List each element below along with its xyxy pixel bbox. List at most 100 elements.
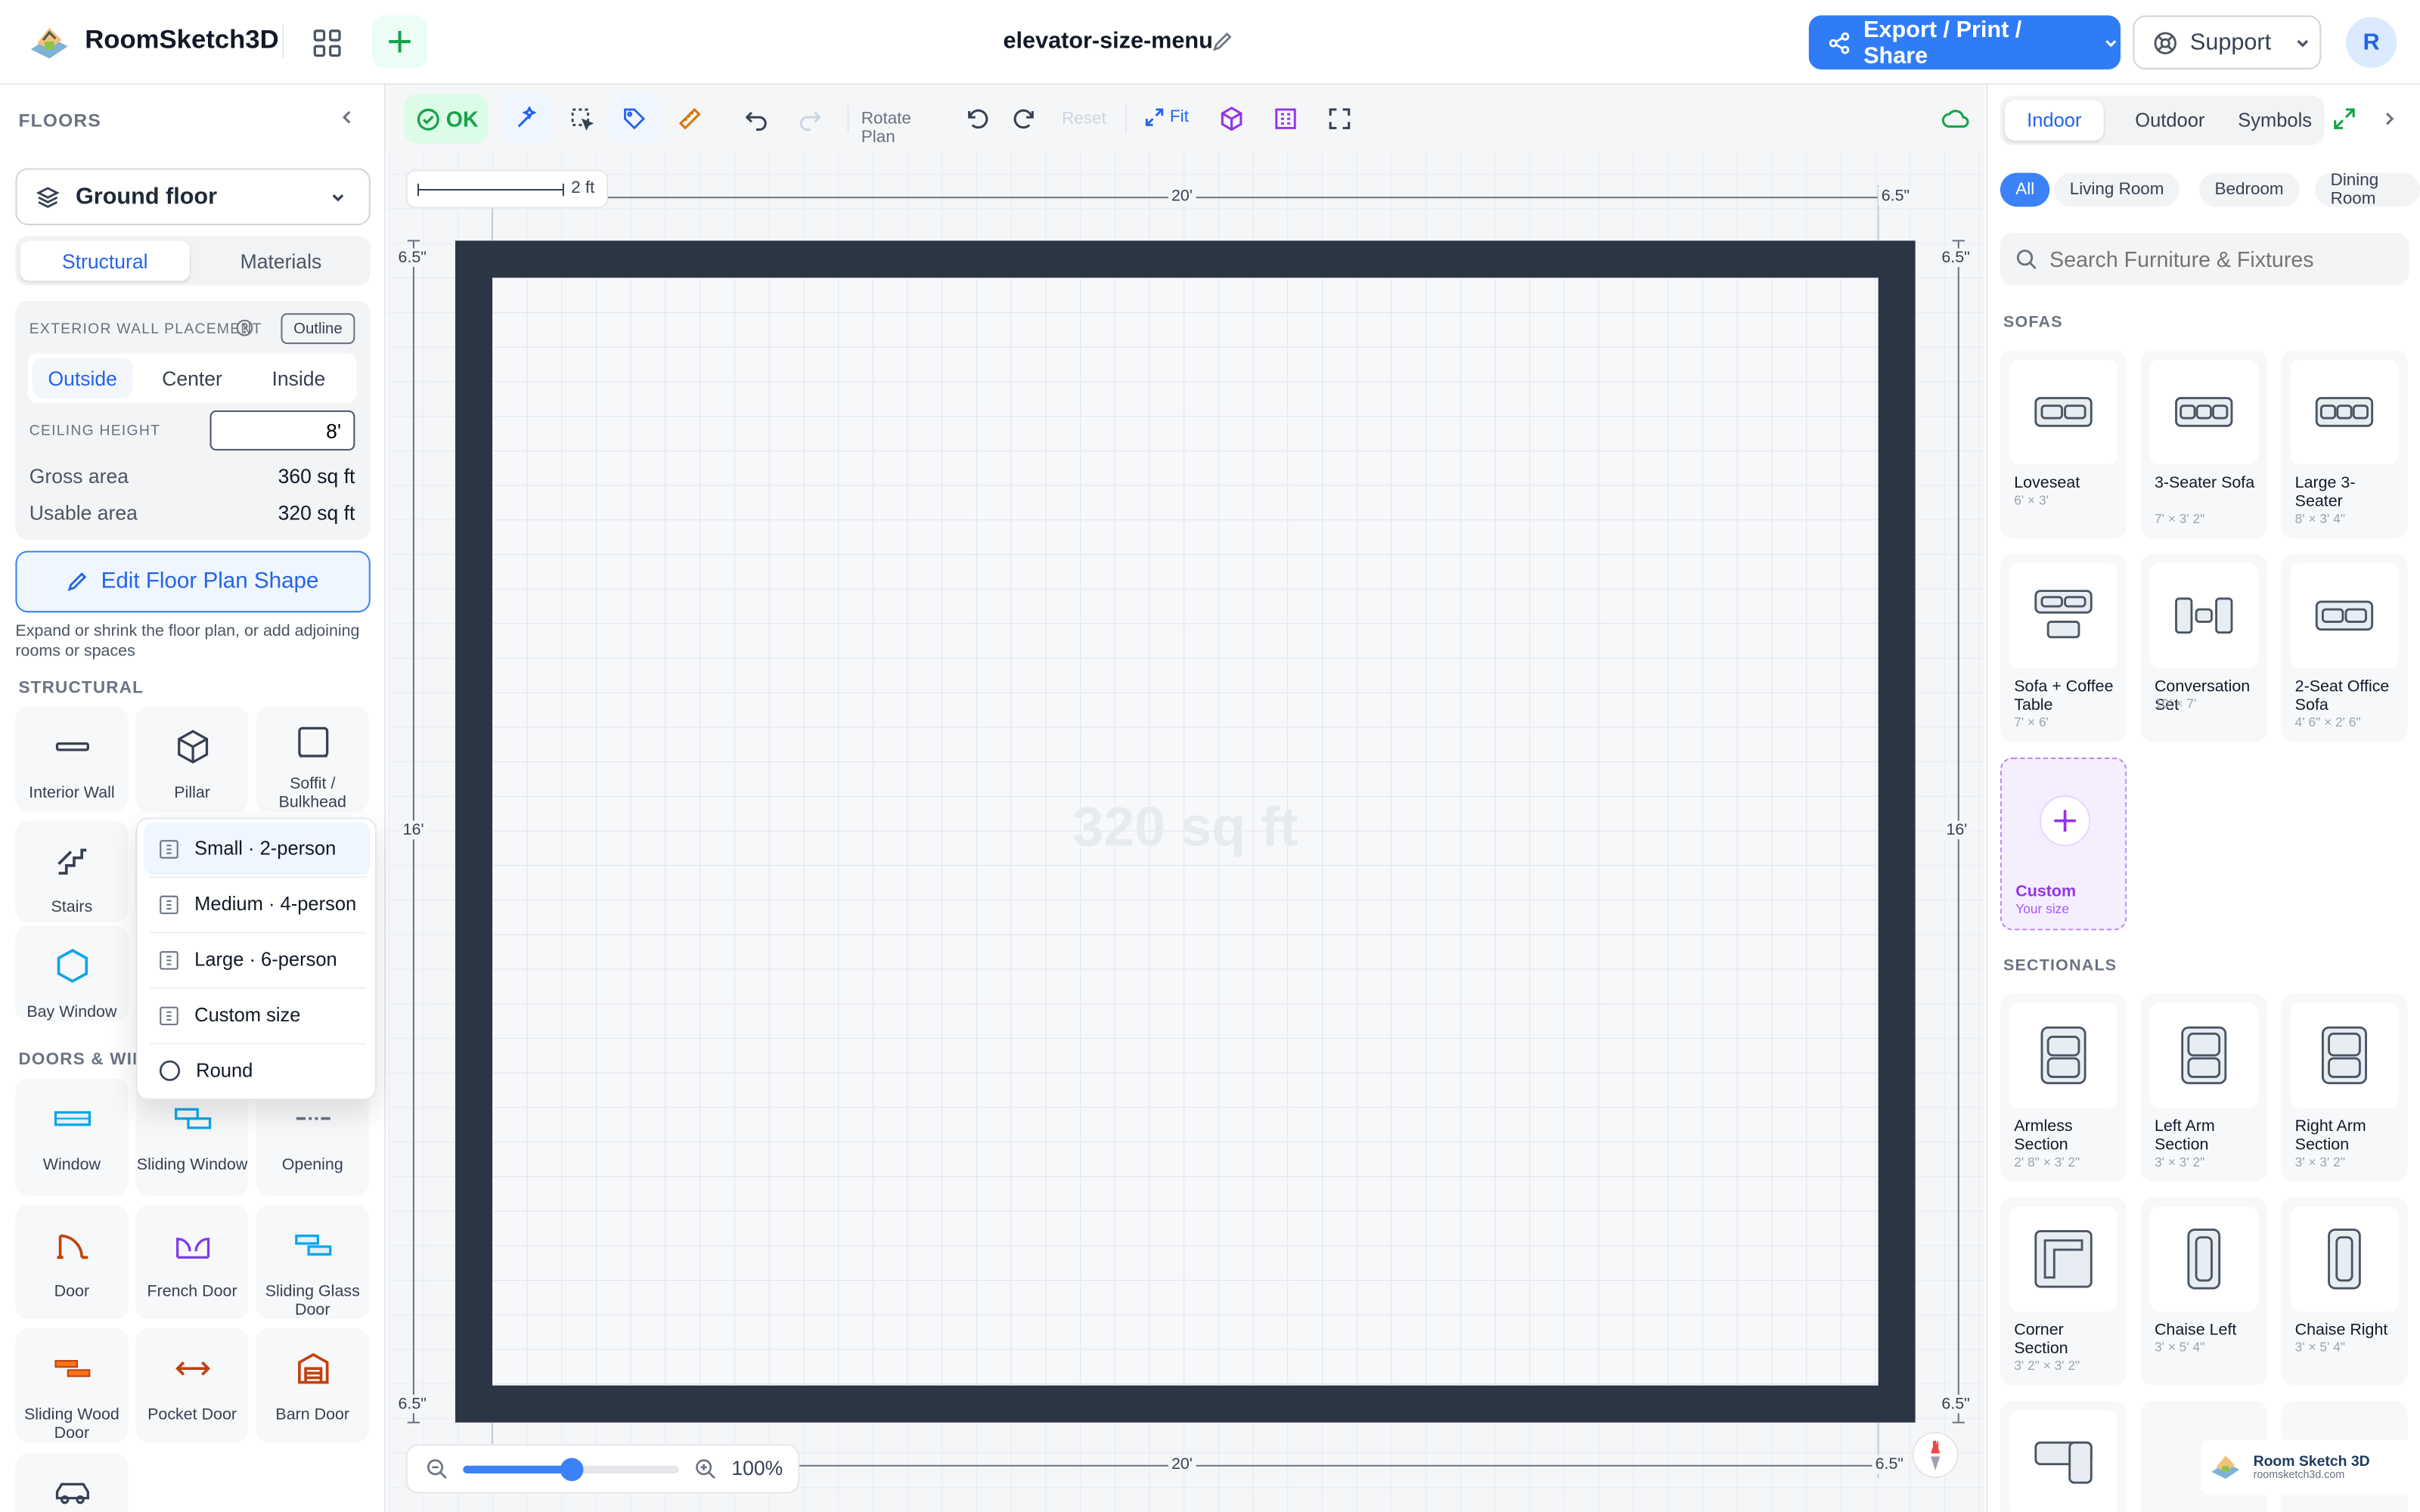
zoom-in-icon[interactable] <box>694 1458 716 1480</box>
avatar[interactable]: R <box>2346 17 2397 68</box>
menu-item-custom[interactable]: Custom size <box>144 989 371 1041</box>
tile-window[interactable]: Window <box>15 1078 129 1196</box>
right-arm-section-icon <box>2290 1002 2399 1108</box>
sliding-wood-door-icon <box>44 1340 99 1396</box>
rotate-right-icon[interactable] <box>1005 94 1045 143</box>
edit-floor-plan-shape-button[interactable]: Edit Floor Plan Shape <box>15 550 371 613</box>
3d-view-icon[interactable] <box>1210 94 1253 143</box>
placement-inside[interactable]: Inside <box>249 358 349 398</box>
floor-name: Ground floor <box>75 183 218 210</box>
gross-area-label: Gross area <box>29 464 129 488</box>
tab-indoor[interactable]: Indoor <box>2004 100 2104 141</box>
outline-toggle[interactable]: Outline <box>281 313 355 345</box>
select-icon[interactable] <box>557 94 607 143</box>
ruler-icon[interactable] <box>666 94 715 143</box>
card-3-seater-sofa[interactable]: 3-Seater Sofa 7' × 3' 2" <box>2140 350 2267 539</box>
dim-right-height: 16' <box>1943 820 1971 840</box>
ok-label: OK <box>445 106 479 132</box>
placement-outside[interactable]: Outside <box>32 358 133 398</box>
zoom-out-icon[interactable] <box>426 1458 448 1480</box>
tile-door[interactable]: Door <box>15 1204 129 1319</box>
floor-plan-drawing[interactable]: 20' 20' 16' 16' 6.5" 6.5" 6.5" 6.5" 6.5"… <box>387 150 1985 1512</box>
rotate-left-icon[interactable] <box>957 94 997 143</box>
card-2-seat-office-sofa[interactable]: 2-Seat Office Sofa 4' 6" × 2' 6" <box>2281 553 2408 742</box>
pencil-icon[interactable] <box>1212 31 1233 53</box>
card-conversation-set[interactable]: Conversation Set 10' × 7' <box>2140 553 2267 742</box>
undo-icon[interactable] <box>733 94 779 143</box>
card-loveseat[interactable]: Loveseat 6' × 3' <box>2000 350 2127 539</box>
tile-bay-window[interactable]: Bay Window <box>15 925 129 1022</box>
tag-icon[interactable] <box>610 94 659 144</box>
chip-living-room[interactable]: Living Room <box>2054 172 2180 207</box>
add-custom-icon <box>2011 768 2119 873</box>
item-name: 2-Seat Office Sofa <box>2294 677 2390 714</box>
chip-all[interactable]: All <box>2000 172 2050 207</box>
tab-structural[interactable]: Structural <box>20 240 191 281</box>
tile-stairs[interactable]: Stairs <box>15 820 129 923</box>
search-input[interactable] <box>2049 246 2390 272</box>
tile-interior-wall[interactable]: Interior Wall <box>15 706 129 812</box>
compass[interactable]: N <box>1912 1431 1959 1479</box>
menu-item-small[interactable]: Small · 2-person <box>143 822 371 875</box>
zoom-slider-handle[interactable] <box>560 1458 584 1482</box>
tile-garage-door[interactable] <box>15 1453 129 1512</box>
tab-symbols[interactable]: Symbols <box>2226 101 2325 141</box>
magic-wand-icon[interactable] <box>501 94 551 144</box>
card-custom-size[interactable]: Custom Your size <box>2000 758 2127 931</box>
tile-french-door[interactable]: French Door <box>135 1204 249 1319</box>
card-large-3-seater[interactable]: Large 3-Seater 8' × 3' 4" <box>2281 350 2408 539</box>
menu-item-round[interactable]: Round <box>144 1045 371 1097</box>
circle-icon <box>159 1060 181 1081</box>
zoom-slider[interactable] <box>463 1458 679 1482</box>
reset-button[interactable]: Reset <box>1062 110 1106 128</box>
menu-item-medium[interactable]: Medium · 4-person <box>144 878 371 930</box>
chip-dining-room[interactable]: Dining Room <box>2315 172 2420 209</box>
cloud-saved-icon[interactable] <box>1937 99 1974 139</box>
export-print-share-button[interactable]: Export / Print / Share <box>1808 15 2121 70</box>
tile-pocket-door[interactable]: Pocket Door <box>135 1328 249 1443</box>
new-plan-button[interactable] <box>371 15 428 68</box>
tile-barn-door[interactable]: Barn Door <box>256 1328 369 1443</box>
tab-materials[interactable]: Materials <box>196 240 365 280</box>
support-button[interactable]: Support <box>2133 15 2322 70</box>
card-chaise-right[interactable]: Chaise Right 3' × 5' 4" <box>2281 1197 2408 1386</box>
card-sofa-coffee-table[interactable]: Sofa + Coffee Table 7' × 6' <box>2000 553 2127 742</box>
item-size: 3' × 3' 2" <box>2294 1154 2345 1170</box>
tile-label: Pillar <box>174 783 210 803</box>
placement-center[interactable]: Center <box>142 358 243 398</box>
card-corner-section[interactable]: Corner Section 3' 2" × 3' 2" <box>2000 1197 2127 1386</box>
card-sectional-partial[interactable] <box>2000 1401 2127 1512</box>
tab-outdoor[interactable]: Outdoor <box>2114 101 2226 141</box>
tile-sliding-wood-door[interactable]: Sliding Wood Door <box>15 1328 129 1443</box>
document-title[interactable]: elevator-size-menu <box>1004 28 1213 54</box>
structural-heading: STRUCTURAL <box>18 678 144 698</box>
card-chaise-left[interactable]: Chaise Left 3' × 5' 4" <box>2140 1197 2267 1386</box>
dim-wall-bottom-end: 6.5" <box>1872 1455 1907 1473</box>
office-sofa-icon <box>2290 562 2399 668</box>
expand-panel-icon[interactable] <box>2334 108 2356 130</box>
floor-select[interactable]: Ground floor <box>15 168 371 225</box>
ok-status-button[interactable]: OK <box>404 94 488 144</box>
collapse-panel-icon[interactable] <box>338 108 356 126</box>
brand-watermark: Room Sketch 3D roomsketch3d.com <box>2201 1439 2417 1495</box>
tile-pillar[interactable]: Pillar <box>135 706 249 812</box>
fit-button[interactable]: Fit <box>1145 108 1189 126</box>
dashboard-grid-icon[interactable] <box>306 22 349 65</box>
search-icon <box>2016 249 2037 270</box>
menu-item-label: Medium · 4-person <box>194 893 357 916</box>
furniture-search[interactable] <box>2000 233 2409 286</box>
card-armless-section[interactable]: Armless Section 2' 8" × 3' 2" <box>2000 993 2127 1182</box>
building-icon[interactable] <box>1264 94 1307 143</box>
fullscreen-icon[interactable] <box>1318 94 1361 143</box>
usable-area-value: 320 sq ft <box>278 501 355 525</box>
chevron-right-icon[interactable] <box>2380 110 2398 128</box>
tile-soffit[interactable]: Soffit / Bulkhead <box>256 706 369 812</box>
tile-sliding-glass-door[interactable]: Sliding Glass Door <box>256 1204 369 1319</box>
card-left-arm-section[interactable]: Left Arm Section 3' × 3' 2" <box>2140 993 2267 1182</box>
help-icon[interactable] <box>236 319 253 336</box>
ceiling-height-input[interactable] <box>209 410 355 451</box>
redo-icon[interactable] <box>787 94 833 143</box>
menu-item-large[interactable]: Large · 6-person <box>144 934 371 986</box>
card-right-arm-section[interactable]: Right Arm Section 3' × 3' 2" <box>2281 993 2408 1182</box>
chip-bedroom[interactable]: Bedroom <box>2199 172 2300 207</box>
